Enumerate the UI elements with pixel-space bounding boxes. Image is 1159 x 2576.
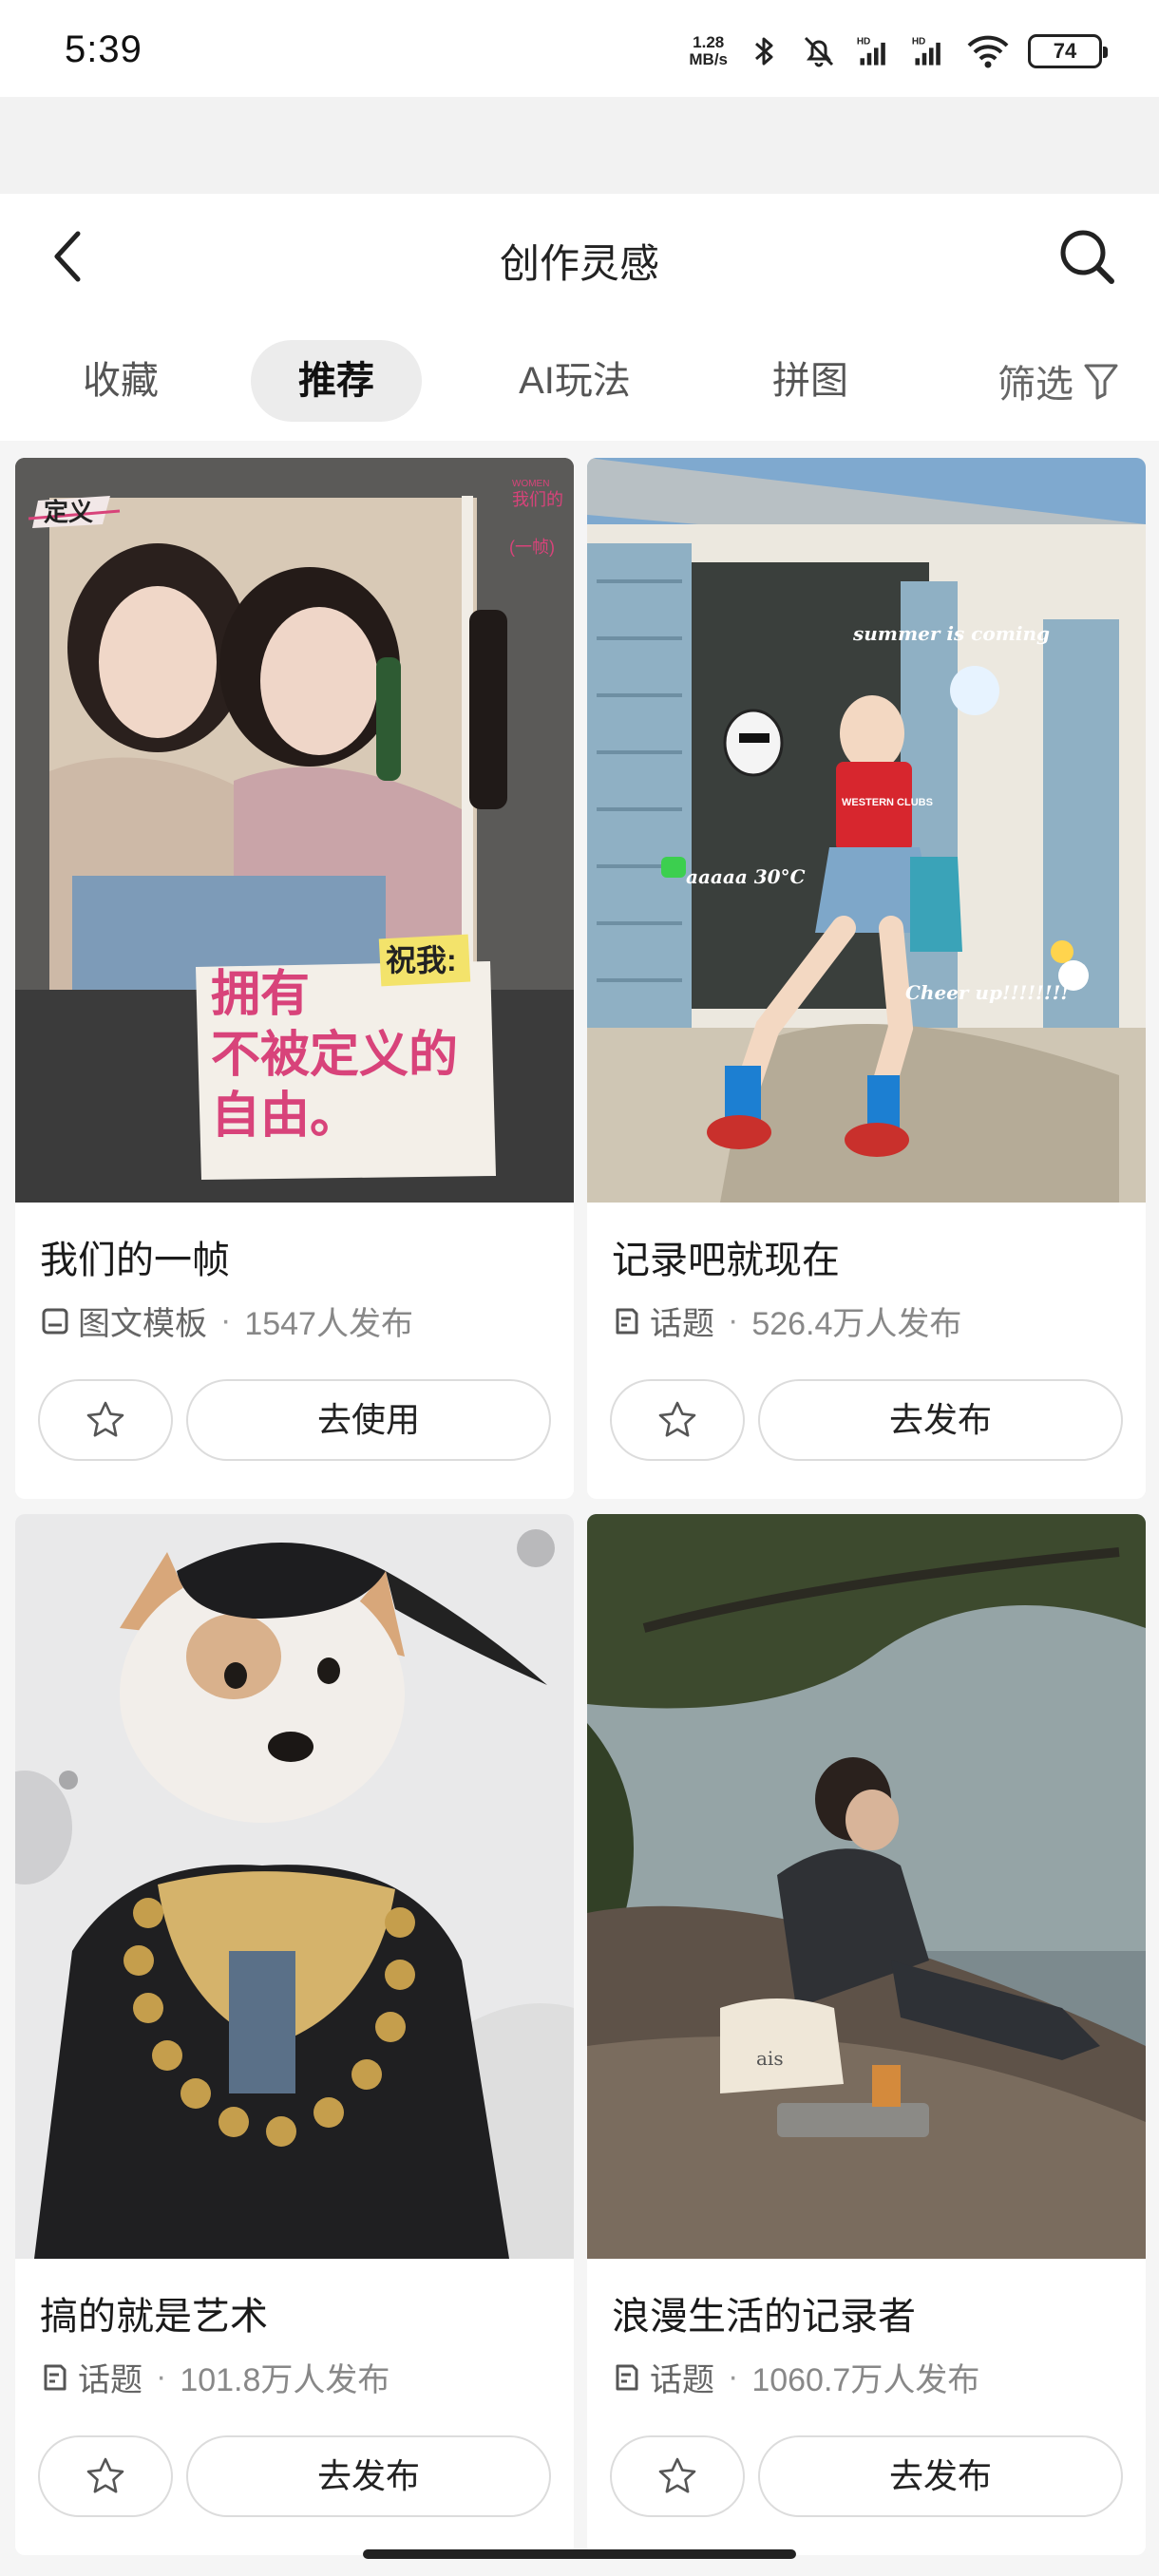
- card-image[interactable]: WESTERN CLUBS summer is coming aaaaa 30°…: [587, 458, 1146, 1203]
- card-type-label: 话题: [650, 1306, 714, 1342]
- page-title: 创作灵感: [499, 241, 659, 286]
- dog-art-photo: [15, 1514, 574, 2259]
- corner-sub-text: (一帧): [509, 538, 555, 557]
- overlay-text-1: summer is coming: [852, 622, 1050, 645]
- overlay-text-2: aaaaa 30°C: [686, 865, 806, 888]
- tab-favorites[interactable]: 收藏: [40, 340, 201, 422]
- publish-button[interactable]: 去发布: [758, 2435, 1123, 2517]
- template-icon: [42, 1308, 68, 1334]
- bag-text: ais: [756, 2047, 784, 2070]
- tab-ai-play[interactable]: AI玩法: [484, 340, 665, 422]
- status-icons: 1.28 MB/s HD HD 74: [689, 27, 1108, 76]
- favorite-button[interactable]: [610, 1379, 745, 1461]
- corner-big-text: 我们的: [512, 490, 563, 509]
- battery-indicator: 74: [1028, 34, 1108, 68]
- funnel-icon: [1084, 364, 1118, 400]
- signal-hd-icon: HD: [912, 37, 940, 66]
- search-icon: [1060, 230, 1114, 284]
- net-speed: 1.28 MB/s: [689, 34, 728, 68]
- card-meta: 话题 · 101.8万人发布: [40, 2354, 390, 2400]
- tabs-fade: [902, 331, 960, 431]
- card-publish-count: 101.8万人发布: [180, 2362, 390, 2398]
- top-spacer: [0, 97, 1159, 194]
- status-time: 5:39: [65, 28, 142, 70]
- category-tabs: 收藏 推荐 AI玩法 拼图 筛选: [0, 321, 1159, 441]
- wifi-icon: [967, 35, 1009, 68]
- card-image[interactable]: 定义 WOMEN 我们的 (一帧) 祝我: 拥有 不被定义的 自由。: [15, 458, 574, 1203]
- corner-small-text: WOMEN: [512, 479, 549, 489]
- mute-icon: [804, 36, 834, 67]
- favorite-button[interactable]: [38, 2435, 173, 2517]
- quote-line-3: 自由。: [211, 1087, 359, 1145]
- quote-line-2: 不被定义的: [211, 1026, 458, 1084]
- card-publish-count: 526.4万人发布: [751, 1306, 962, 1342]
- use-template-button[interactable]: 去使用: [186, 1379, 551, 1461]
- card-meta: 图文模板 · 1547人发布: [40, 1297, 413, 1344]
- favorite-button[interactable]: [610, 2435, 745, 2517]
- inspiration-card[interactable]: WESTERN CLUBS summer is coming aaaaa 30°…: [587, 458, 1146, 1499]
- svg-text:HD: HD: [857, 37, 870, 47]
- svg-text:HD: HD: [912, 37, 925, 47]
- status-bar: 5:39 1.28 MB/s HD HD 74: [0, 0, 1159, 97]
- poster-photo: 定义 WOMEN 我们的 (一帧) 祝我: 拥有 不被定义的 自由。: [15, 458, 574, 1203]
- card-meta: 话题 · 526.4万人发布: [612, 1297, 961, 1344]
- meta-separator: ·: [156, 2358, 167, 2395]
- tab-recommended[interactable]: 推荐: [251, 340, 422, 422]
- inspiration-card[interactable]: 定义 WOMEN 我们的 (一帧) 祝我: 拥有 不被定义的 自由。 我们的一帧…: [15, 458, 574, 1499]
- topic-icon: [616, 2364, 638, 2390]
- topic-icon: [44, 2364, 66, 2390]
- bluetooth-icon: [755, 37, 773, 66]
- quote-line-1: 拥有: [211, 965, 310, 1023]
- card-type-label: 话题: [650, 2362, 714, 2398]
- home-indicator[interactable]: [363, 2549, 796, 2559]
- tab-collage[interactable]: 拼图: [730, 340, 891, 422]
- shirt-text: WESTERN CLUBS: [842, 797, 933, 808]
- sticker-text: 祝我:: [386, 943, 457, 977]
- card-image[interactable]: ais: [587, 1514, 1146, 2259]
- favorite-button[interactable]: [38, 1379, 173, 1461]
- meta-separator: ·: [728, 2358, 739, 2395]
- card-type-label: 图文模板: [78, 1306, 207, 1342]
- publish-button[interactable]: 去发布: [186, 2435, 551, 2517]
- card-meta: 话题 · 1060.7万人发布: [612, 2354, 979, 2400]
- summer-photo: WESTERN CLUBS summer is coming aaaaa 30°…: [587, 458, 1146, 1203]
- card-type-label: 话题: [78, 2362, 142, 2398]
- tag-text: 定义: [44, 498, 93, 526]
- card-publish-count: 1060.7万人发布: [751, 2362, 980, 2398]
- net-speed-unit: MB/s: [689, 50, 728, 68]
- star-icon: [86, 2457, 124, 2493]
- lakeside-photo: ais: [587, 1514, 1146, 2259]
- star-icon: [86, 1401, 124, 1437]
- search-button[interactable]: [1053, 222, 1121, 291]
- nav-header: 创作灵感: [0, 194, 1159, 321]
- meta-separator: ·: [728, 1302, 739, 1338]
- card-publish-count: 1547人发布: [244, 1306, 413, 1342]
- card-title: 我们的一帧: [40, 1240, 230, 1281]
- overlay-text-3: Cheer up!!!!!!!!: [905, 981, 1069, 1004]
- filter-button[interactable]: 筛选: [998, 340, 1119, 422]
- inspiration-card[interactable]: 搞的就是艺术 话题 · 101.8万人发布 去发布: [15, 1514, 574, 2555]
- card-title: 记录吧就现在: [612, 1240, 840, 1281]
- card-title: 搞的就是艺术: [40, 2296, 268, 2338]
- inspiration-card[interactable]: ais 浪漫生活的记录者 话题 · 1060.7万人发布 去发布: [587, 1514, 1146, 2555]
- star-icon: [658, 1401, 696, 1437]
- topic-icon: [616, 1308, 638, 1334]
- signal-hd-icon: HD: [857, 37, 885, 66]
- card-title: 浪漫生活的记录者: [612, 2296, 916, 2338]
- publish-button[interactable]: 去发布: [758, 1379, 1123, 1461]
- meta-separator: ·: [220, 1302, 232, 1338]
- card-image[interactable]: [15, 1514, 574, 2259]
- star-icon: [658, 2457, 696, 2493]
- filter-label: 筛选: [998, 364, 1074, 406]
- net-speed-value: 1.28: [693, 33, 725, 51]
